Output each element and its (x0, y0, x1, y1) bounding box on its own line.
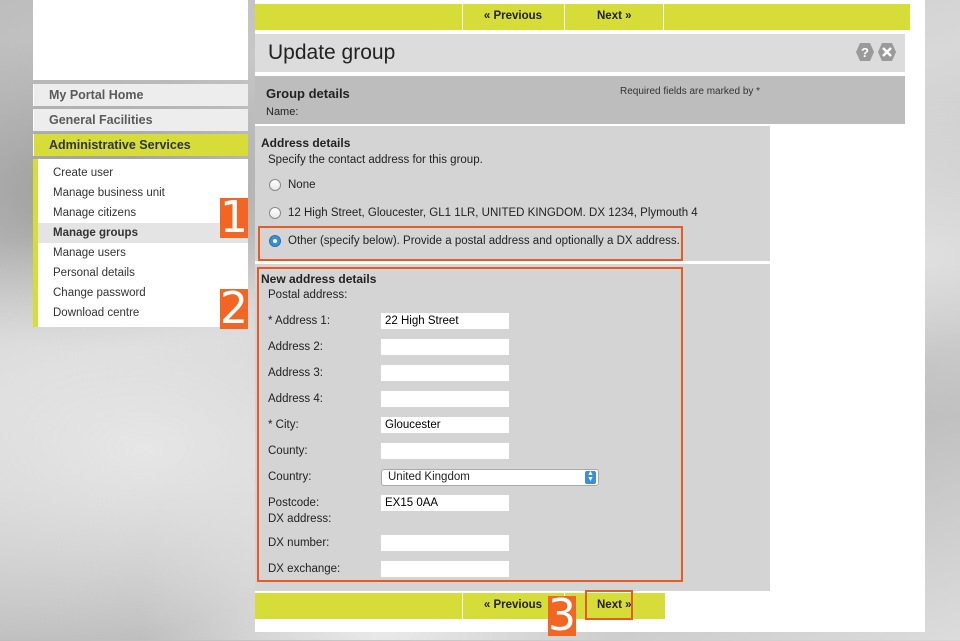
sidebar-item-personal-details[interactable]: Personal details (38, 263, 248, 283)
close-icon[interactable] (877, 42, 897, 62)
sidebar-item-change-password[interactable]: Change password (38, 283, 248, 303)
group-details-section: Group details Name: Required fields are … (255, 76, 905, 124)
top-nav-bar: « Previous Next » (255, 4, 910, 30)
sidebar-section-administrative-services[interactable]: Administrative Services (33, 134, 248, 156)
address-details-subtitle: Specify the contact address for this gro… (268, 154, 483, 166)
address-details-title: Address details (261, 136, 351, 150)
required-note: Required fields are marked by * (620, 86, 761, 97)
help-icon[interactable]: ? (855, 42, 875, 62)
callout-box-3 (585, 590, 633, 620)
title-icons: ? (855, 42, 897, 62)
sidebar-item-create-user[interactable]: Create user (38, 163, 248, 183)
callout-box-2 (257, 267, 683, 582)
sidebar-section-general-facilities[interactable]: General Facilities (33, 109, 248, 131)
radio-option-none[interactable]: None (269, 176, 316, 194)
radio-none-label: None (288, 179, 316, 191)
sidebar: My Portal Home General Facilities Admini… (33, 84, 248, 327)
callout-number-3: 3 (548, 590, 576, 641)
sidebar-item-manage-users[interactable]: Manage users (38, 243, 248, 263)
radio-existing-address-label: 12 High Street, Gloucester, GL1 1LR, UNI… (288, 207, 698, 219)
logo-area (33, 0, 248, 80)
sidebar-item-manage-citizens[interactable]: Manage citizens (38, 203, 248, 223)
svg-text:?: ? (861, 45, 869, 60)
page-title: Update group (268, 41, 396, 64)
sidebar-item-manage-business-unit[interactable]: Manage business unit (38, 183, 248, 203)
previous-button-top[interactable]: « Previous (462, 4, 563, 30)
radio-none[interactable] (269, 179, 281, 191)
group-details-title: Group details (266, 86, 350, 101)
callout-number-2: 2 (220, 283, 248, 334)
sidebar-section-my-portal-home[interactable]: My Portal Home (33, 84, 248, 106)
group-name-label: Name: (266, 106, 299, 118)
next-button-top[interactable]: Next » (564, 4, 664, 30)
sidebar-item-download-centre[interactable]: Download centre (38, 303, 248, 323)
radio-existing-address[interactable] (269, 207, 281, 219)
callout-number-1: 1 (220, 192, 248, 243)
callout-box-1 (258, 226, 683, 261)
title-bar: Update group ? (255, 34, 905, 72)
sidebar-menu: Create user Manage business unit Manage … (33, 159, 248, 327)
radio-option-existing-address[interactable]: 12 High Street, Gloucester, GL1 1LR, UNI… (269, 204, 698, 222)
sidebar-item-manage-groups[interactable]: Manage groups (38, 223, 248, 243)
